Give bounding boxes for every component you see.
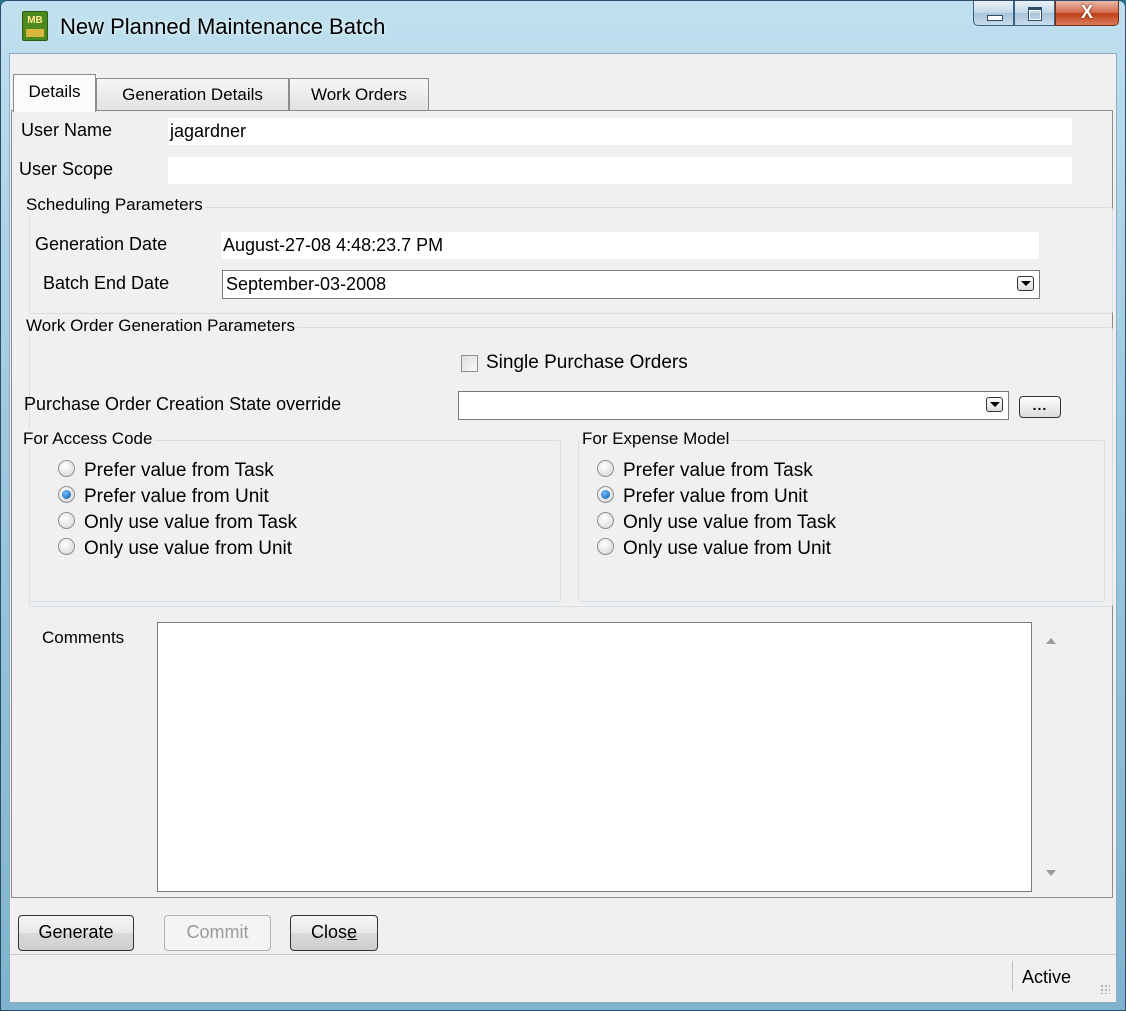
user-scope-field[interactable] xyxy=(168,157,1072,184)
expense-model-option-only-task[interactable]: Only use value from Task xyxy=(597,511,836,535)
comments-label: Comments xyxy=(42,628,125,647)
generate-button[interactable]: Generate xyxy=(18,915,134,951)
expense-model-legend: For Expense Model xyxy=(580,429,732,449)
comments-textarea[interactable] xyxy=(157,622,1032,892)
tab-work-orders[interactable]: Work Orders xyxy=(289,78,429,111)
details-panel: User Name jagardner User Scope Schedulin… xyxy=(11,110,1113,898)
option-label: Only use value from Task xyxy=(623,512,836,533)
status-bar: Active xyxy=(10,954,1116,1002)
maximize-button[interactable] xyxy=(1014,1,1055,26)
expense-model-option-prefer-task[interactable]: Prefer value from Task xyxy=(597,459,813,483)
close-button-label: Clos xyxy=(310,922,347,942)
scroll-up-icon[interactable] xyxy=(1046,638,1056,644)
option-label: Only use value from Unit xyxy=(623,538,832,559)
single-purchase-orders-checkbox[interactable] xyxy=(461,355,478,372)
option-label: Only use value from Unit xyxy=(84,538,293,559)
maximize-icon xyxy=(1028,7,1042,21)
app-icon-label: MB xyxy=(27,15,43,26)
radio-button-selected[interactable] xyxy=(597,486,614,504)
minimize-button[interactable] xyxy=(973,1,1014,26)
minimize-icon xyxy=(987,15,1003,21)
app-window: MB New Planned Maintenance Batch X Detai… xyxy=(0,0,1126,1011)
dialog-body: Details Generation Details Work Orders U… xyxy=(9,53,1117,1003)
caption-buttons: X xyxy=(973,1,1119,28)
radio-button[interactable] xyxy=(597,538,614,556)
close-button-mnemonic: e xyxy=(347,922,358,942)
access-code-option-prefer-task[interactable]: Prefer value from Task xyxy=(58,459,274,483)
chevron-down-icon[interactable] xyxy=(1017,276,1034,291)
close-window-button[interactable]: X xyxy=(1055,1,1119,26)
option-label: Only use value from Task xyxy=(84,512,297,533)
close-button[interactable]: Close xyxy=(290,915,378,951)
scroll-down-icon[interactable] xyxy=(1046,870,1056,876)
commit-button[interactable]: Commit xyxy=(164,915,271,951)
generation-date-field[interactable]: August-27-08 4:48:23.7 PM xyxy=(221,232,1039,259)
access-code-option-only-unit[interactable]: Only use value from Unit xyxy=(58,537,292,561)
option-label: Prefer value from Unit xyxy=(623,486,808,507)
tab-generation-details[interactable]: Generation Details xyxy=(96,78,289,111)
option-label: Prefer value from Unit xyxy=(84,486,269,507)
po-state-browse-button[interactable]: ... xyxy=(1019,396,1061,418)
app-icon-bar xyxy=(26,29,44,37)
generation-date-label: Generation Date xyxy=(35,234,168,254)
option-label: Prefer value from Task xyxy=(623,460,813,481)
scheduling-parameters-legend: Scheduling Parameters xyxy=(24,195,205,215)
work-order-generation-legend: Work Order Generation Parameters xyxy=(24,316,297,336)
batch-end-date-label: Batch End Date xyxy=(43,273,170,293)
access-code-option-prefer-unit[interactable]: Prefer value from Unit xyxy=(58,485,269,509)
radio-button[interactable] xyxy=(58,538,75,556)
expense-model-option-prefer-unit[interactable]: Prefer value from Unit xyxy=(597,485,808,509)
user-name-label: User Name xyxy=(21,120,113,140)
chevron-down-icon[interactable] xyxy=(986,397,1003,412)
app-icon[interactable]: MB xyxy=(22,11,48,41)
batch-end-date-picker[interactable]: September-03-2008 xyxy=(222,270,1040,299)
radio-button[interactable] xyxy=(58,460,75,478)
status-text: Active xyxy=(1022,967,1072,987)
status-divider xyxy=(1012,961,1013,991)
po-creation-state-select[interactable] xyxy=(458,391,1009,420)
po-creation-state-label: Purchase Order Creation State override xyxy=(24,394,342,414)
radio-button[interactable] xyxy=(597,512,614,530)
radio-button[interactable] xyxy=(58,512,75,530)
batch-end-date-value: September-03-2008 xyxy=(226,274,387,294)
single-purchase-orders-label: Single Purchase Orders xyxy=(486,352,688,373)
comments-scrollbar[interactable] xyxy=(1038,622,1064,892)
close-icon: X xyxy=(1080,2,1093,22)
tab-details[interactable]: Details xyxy=(13,74,96,112)
access-code-option-only-task[interactable]: Only use value from Task xyxy=(58,511,297,535)
user-scope-label: User Scope xyxy=(19,159,114,179)
resize-grip-icon[interactable] xyxy=(1100,984,1110,994)
window-title: New Planned Maintenance Batch xyxy=(60,14,386,39)
user-name-field[interactable]: jagardner xyxy=(168,118,1072,145)
access-code-legend: For Access Code xyxy=(21,429,155,449)
radio-button[interactable] xyxy=(597,460,614,478)
expense-model-option-only-unit[interactable]: Only use value from Unit xyxy=(597,537,831,561)
option-label: Prefer value from Task xyxy=(84,460,274,481)
title-bar[interactable]: MB New Planned Maintenance Batch X xyxy=(1,1,1125,53)
radio-button-selected[interactable] xyxy=(58,486,75,504)
